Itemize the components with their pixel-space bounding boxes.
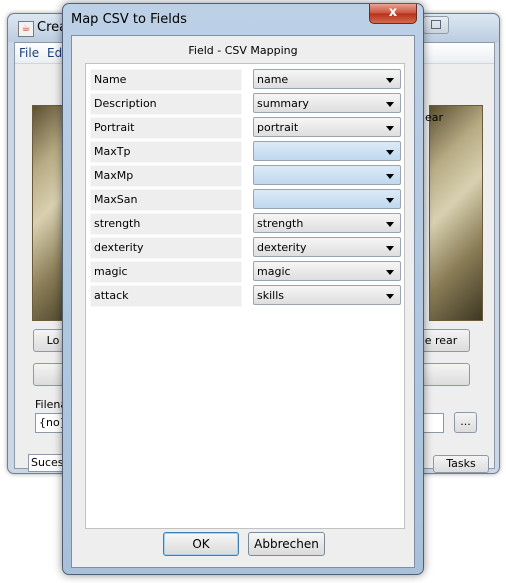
dropdown-arrow-icon bbox=[386, 150, 394, 155]
csv-column-value: magic bbox=[257, 265, 291, 278]
field-label: attack bbox=[90, 285, 242, 307]
csv-column-select[interactable] bbox=[253, 141, 401, 161]
close-button[interactable]: x bbox=[369, 4, 417, 24]
mapping-row: MaxSan bbox=[90, 189, 401, 211]
field-label: strength bbox=[90, 213, 242, 235]
mapping-row: magic magic bbox=[90, 261, 401, 283]
csv-column-select[interactable] bbox=[253, 165, 401, 185]
field-label: Description bbox=[90, 93, 242, 115]
rear-card-preview bbox=[429, 105, 483, 321]
field-label: MaxSan bbox=[90, 189, 242, 211]
dropdown-arrow-icon bbox=[386, 222, 394, 227]
csv-column-select[interactable]: skills bbox=[253, 285, 401, 305]
field-label: MaxTp bbox=[90, 141, 242, 163]
csv-column-select[interactable]: portrait bbox=[253, 117, 401, 137]
field-label: MaxMp bbox=[90, 165, 242, 187]
csv-column-select[interactable]: name bbox=[253, 69, 401, 89]
csv-column-value: dexterity bbox=[257, 241, 307, 254]
browse-button[interactable]: ... bbox=[454, 412, 477, 433]
close-icon: x bbox=[388, 5, 398, 20]
restore-icon bbox=[431, 20, 441, 29]
mapping-panel: Name name Description summary Portrait p… bbox=[85, 63, 405, 529]
csv-column-select[interactable] bbox=[253, 189, 401, 209]
ok-button[interactable]: OK bbox=[163, 532, 239, 556]
dropdown-arrow-icon bbox=[386, 246, 394, 251]
mapping-header: Field - CSV Mapping bbox=[188, 44, 298, 57]
rear-label: ear bbox=[425, 111, 444, 124]
field-label: Name bbox=[90, 69, 242, 91]
field-label: dexterity bbox=[90, 237, 242, 259]
csv-column-value: skills bbox=[257, 289, 285, 302]
csv-column-select[interactable]: dexterity bbox=[253, 237, 401, 257]
csv-column-select[interactable]: magic bbox=[253, 261, 401, 281]
mapping-row: dexterity dexterity bbox=[90, 237, 401, 259]
dropdown-arrow-icon bbox=[386, 102, 394, 107]
mapping-row: MaxMp bbox=[90, 165, 401, 187]
field-label: magic bbox=[90, 261, 242, 283]
dropdown-arrow-icon bbox=[386, 294, 394, 299]
dialog-client-area: Field - CSV Mapping Name name Descriptio… bbox=[71, 35, 415, 568]
field-label: Portrait bbox=[90, 117, 242, 139]
dropdown-arrow-icon bbox=[386, 270, 394, 275]
dropdown-arrow-icon bbox=[386, 174, 394, 179]
mapping-row: Description summary bbox=[90, 93, 401, 115]
menu-file[interactable]: File bbox=[19, 46, 39, 60]
csv-column-value: name bbox=[257, 73, 289, 86]
csv-column-select[interactable]: strength bbox=[253, 213, 401, 233]
cancel-button[interactable]: Abbrechen bbox=[248, 532, 325, 556]
mapping-row: strength strength bbox=[90, 213, 401, 235]
java-app-icon: ☕ bbox=[18, 21, 34, 37]
mapping-row: MaxTp bbox=[90, 141, 401, 163]
dropdown-arrow-icon bbox=[386, 126, 394, 131]
mapping-row: Portrait portrait bbox=[90, 117, 401, 139]
mapping-row: attack skills bbox=[90, 285, 401, 307]
csv-column-select[interactable]: summary bbox=[253, 93, 401, 113]
dialog-title: Map CSV to Fields bbox=[71, 12, 187, 27]
map-csv-dialog: Map CSV to Fields x Field - CSV Mapping … bbox=[62, 3, 424, 575]
mapping-row: Name name bbox=[90, 69, 401, 91]
csv-column-value: strength bbox=[257, 217, 304, 230]
restore-button[interactable] bbox=[423, 16, 449, 34]
tasks-button[interactable]: Tasks bbox=[433, 455, 489, 473]
csv-column-value: portrait bbox=[257, 121, 299, 134]
dropdown-arrow-icon bbox=[386, 198, 394, 203]
csv-column-value: summary bbox=[257, 97, 309, 110]
dropdown-arrow-icon bbox=[386, 78, 394, 83]
